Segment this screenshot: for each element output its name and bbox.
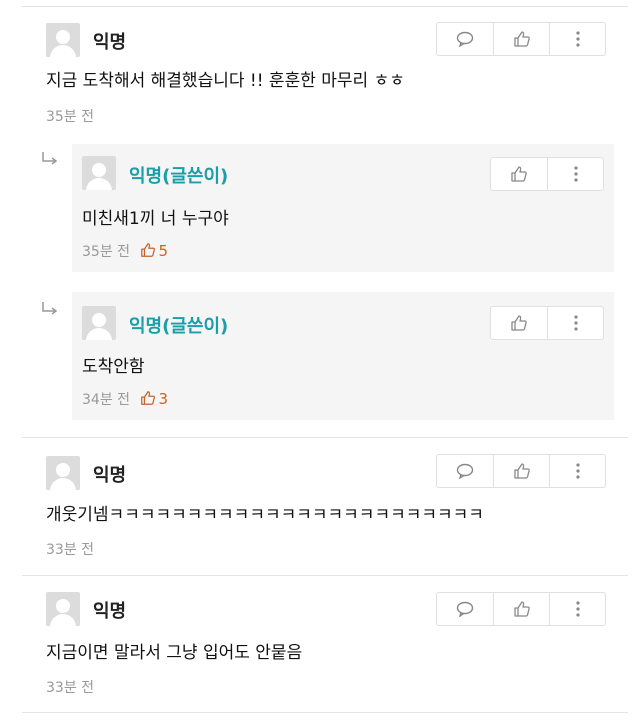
comment-author: 익명 bbox=[93, 32, 127, 53]
avatar bbox=[82, 306, 116, 340]
comment-text: 지금이면 말라서 그냥 입어도 안뭍음 bbox=[46, 643, 303, 663]
thumbs-up-icon bbox=[513, 30, 531, 48]
comment-meta: 34분 전 3 bbox=[82, 389, 168, 410]
comment-time: 35분 전 bbox=[82, 244, 131, 260]
comment-author: 익명 bbox=[93, 601, 127, 622]
like-button[interactable] bbox=[493, 593, 549, 625]
reply-arrow-icon bbox=[40, 300, 60, 322]
like-count-value: 3 bbox=[158, 390, 169, 408]
comment-meta: 35분 전 5 bbox=[82, 241, 168, 262]
speech-bubble-icon bbox=[456, 463, 474, 479]
avatar bbox=[82, 156, 116, 190]
divider bbox=[22, 6, 628, 7]
comment-time: 35분 전 bbox=[46, 109, 95, 125]
comment-time: 33분 전 bbox=[46, 542, 95, 558]
like-count: 3 bbox=[140, 390, 168, 408]
more-vertical-icon bbox=[573, 166, 578, 182]
comment-time: 34분 전 bbox=[82, 392, 131, 408]
comment-author: 익명(글쓴이) bbox=[129, 316, 229, 337]
like-button[interactable] bbox=[491, 158, 547, 190]
comment-actions bbox=[490, 306, 604, 340]
more-vertical-icon bbox=[573, 315, 578, 331]
thumbs-up-icon bbox=[140, 390, 156, 410]
divider bbox=[22, 575, 628, 576]
reply-button[interactable] bbox=[437, 593, 493, 625]
more-button[interactable] bbox=[549, 593, 605, 625]
thumbs-up-icon bbox=[510, 314, 528, 332]
comment-actions bbox=[490, 157, 604, 191]
comment-text: 도착안함 bbox=[82, 357, 145, 377]
avatar bbox=[46, 456, 80, 490]
reply-arrow-icon bbox=[40, 150, 60, 172]
thumbs-up-icon bbox=[140, 242, 156, 262]
comment-text: 지금 도착해서 해결했습니다 !! 훈훈한 마무리 ㅎㅎ bbox=[46, 71, 405, 91]
thumbs-up-icon bbox=[513, 462, 531, 480]
reply-item: 익명(글쓴이) 도착안함 34분 전 3 bbox=[72, 292, 614, 420]
more-vertical-icon bbox=[575, 601, 580, 617]
reply-button[interactable] bbox=[437, 455, 493, 487]
like-button[interactable] bbox=[491, 307, 547, 339]
like-button[interactable] bbox=[493, 23, 549, 55]
more-vertical-icon bbox=[575, 31, 580, 47]
thumbs-up-icon bbox=[513, 600, 531, 618]
like-count: 5 bbox=[140, 242, 168, 260]
comment-text: 개웃기넴ㅋㅋㅋㅋㅋㅋㅋㅋㅋㅋㅋㅋㅋㅋㅋㅋㅋㅋㅋㅋㅋㅋㅋㅋ bbox=[46, 505, 484, 525]
comment-text: 미친새1끼 너 누구야 bbox=[82, 209, 229, 229]
comment-author: 익명(글쓴이) bbox=[129, 166, 229, 187]
more-button[interactable] bbox=[549, 455, 605, 487]
divider bbox=[22, 712, 628, 713]
avatar bbox=[46, 23, 80, 57]
thumbs-up-icon bbox=[510, 165, 528, 183]
reply-item: 익명(글쓴이) 미친새1끼 너 누구야 35분 전 5 bbox=[72, 144, 614, 272]
comment-actions bbox=[436, 592, 606, 626]
more-button[interactable] bbox=[547, 307, 603, 339]
avatar bbox=[46, 592, 80, 626]
comment-author: 익명 bbox=[93, 465, 127, 486]
comment-actions bbox=[436, 22, 606, 56]
speech-bubble-icon bbox=[456, 601, 474, 617]
like-count-value: 5 bbox=[158, 242, 169, 260]
like-button[interactable] bbox=[493, 455, 549, 487]
more-button[interactable] bbox=[547, 158, 603, 190]
more-vertical-icon bbox=[575, 463, 580, 479]
comment-time: 33분 전 bbox=[46, 680, 95, 696]
divider bbox=[22, 437, 628, 438]
speech-bubble-icon bbox=[456, 31, 474, 47]
comment-actions bbox=[436, 454, 606, 488]
more-button[interactable] bbox=[549, 23, 605, 55]
reply-button[interactable] bbox=[437, 23, 493, 55]
